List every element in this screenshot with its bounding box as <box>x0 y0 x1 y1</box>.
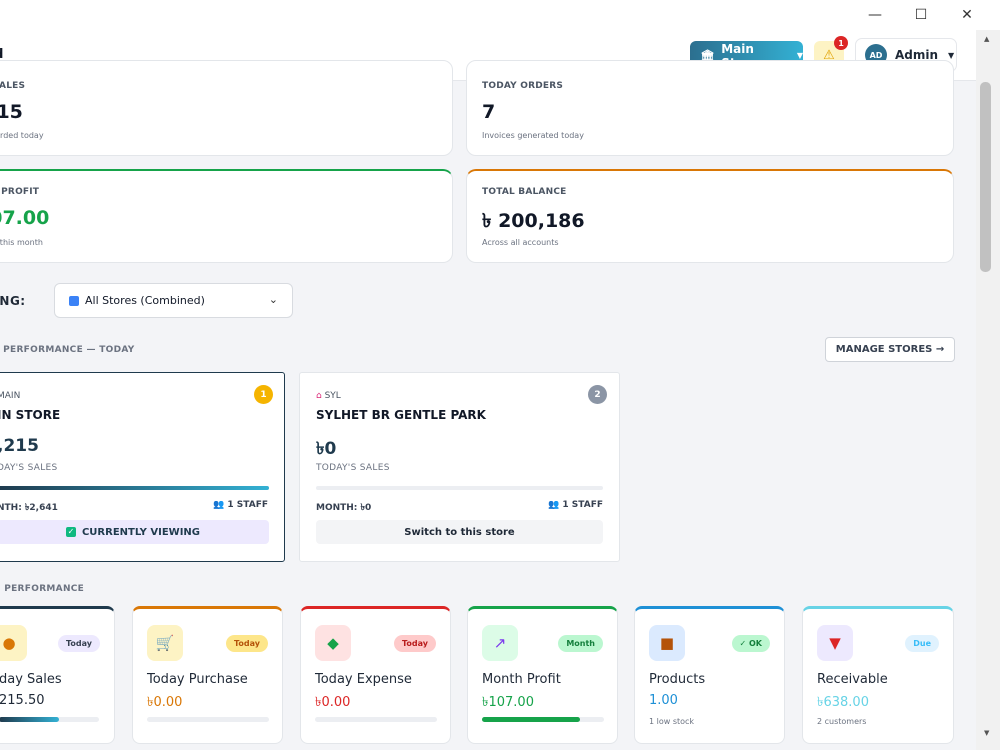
store-sales-value: ,215 <box>0 436 39 456</box>
stat-subtext: profit this month <box>0 238 43 247</box>
stat-today-sales: AY SALES ,215 s recorded today <box>0 60 453 156</box>
building-icon <box>69 295 79 306</box>
kpi-value: ৳107.00 <box>482 695 534 710</box>
maximize-button[interactable]: ☐ <box>898 0 944 30</box>
stat-label: AY SALES <box>0 81 26 91</box>
window-titlebar: — ☐ ✕ <box>0 0 1000 30</box>
stat-label: TOTAL BALANCE <box>482 187 567 197</box>
kpi-period-pill: Today <box>394 635 436 652</box>
kpi-value: ৳638.00 <box>817 695 869 710</box>
scroll-thumb[interactable] <box>980 82 991 272</box>
stat-subtext: s recorded today <box>0 131 44 140</box>
kpi-progress <box>482 717 604 722</box>
viewing-label: EWING: <box>0 294 26 308</box>
stat-label: TODAY ORDERS <box>482 81 564 91</box>
inbox-tray-icon: ▼ <box>817 625 853 661</box>
store-flag-icon: ⌂ <box>316 391 322 401</box>
money-bag-icon: ● <box>0 625 27 661</box>
people-icon: 👥 <box>548 500 560 510</box>
store-sales-progress <box>0 486 269 490</box>
scroll-down-arrow-icon[interactable]: ▼ <box>984 729 989 737</box>
kpi-period-pill: Today <box>58 635 100 652</box>
store-month-total: NTH: ৳2,641 <box>0 503 58 513</box>
store-sales-label: TODAY'S SALES <box>316 463 390 473</box>
shopping-cart-icon: 🛒 <box>147 625 183 661</box>
store-card-sylhet[interactable]: ⌂ SYL SYLHET BR GENTLE PARK 2 ৳0 TODAY'S… <box>299 372 620 562</box>
store-code: ⌂ SYL <box>316 391 341 401</box>
store-staff-count: 👥 1 STAFF <box>213 500 268 510</box>
kpi-progress <box>315 717 437 722</box>
store-performance-heading: RE PERFORMANCE — TODAY <box>0 345 135 355</box>
store-rank-badge: 1 <box>254 385 273 404</box>
kpi-section-heading: S PERFORMANCE <box>0 584 85 594</box>
kpi-title: Today Expense <box>315 672 412 687</box>
kpi-progress <box>147 717 269 722</box>
stat-value: 107.00 <box>0 207 50 229</box>
store-staff-count: 👥 1 STAFF <box>548 500 603 510</box>
currently-viewing-label: CURRENTLY VIEWING <box>81 526 201 538</box>
stat-value: ৳ 200,186 <box>482 210 585 232</box>
kpi-card-products[interactable]: ■ ✓ OK Products 1.00 1 low stock <box>634 606 785 744</box>
kpi-value: ৳0.00 <box>315 695 351 710</box>
kpi-card-month-profit[interactable]: ↗ Month Month Profit ৳107.00 <box>467 606 618 744</box>
kpi-status-pill: ✓ OK <box>731 635 770 652</box>
scroll-up-arrow-icon[interactable]: ▲ <box>984 35 989 43</box>
stat-value: 7 <box>482 101 496 123</box>
kpi-value: 215.50 <box>0 693 45 708</box>
check-icon: ✓ <box>65 527 76 537</box>
stat-today-orders: TODAY ORDERS 7 Invoices generated today <box>466 60 954 156</box>
store-month-total: MONTH: ৳0 <box>316 503 372 513</box>
store-name: SYLHET BR GENTLE PARK <box>316 408 486 422</box>
kpi-card-today-expense[interactable]: ◆ Today Today Expense ৳0.00 <box>300 606 451 744</box>
stat-subtext: Invoices generated today <box>482 131 584 140</box>
kpi-title: Receivable <box>817 672 888 687</box>
kpi-value: 1.00 <box>649 693 678 708</box>
kpi-title: Products <box>649 672 706 687</box>
kpi-card-receivable[interactable]: ▼ Due Receivable ৳638.00 2 customers <box>802 606 954 744</box>
kpi-subtext: 1 low stock <box>649 717 695 726</box>
store-code: MAIN <box>0 391 21 401</box>
store-filter-select[interactable]: All Stores (Combined) ⌄ <box>54 283 293 318</box>
close-window-button[interactable]: ✕ <box>944 0 990 30</box>
kpi-title: Today Purchase <box>147 672 248 687</box>
store-sales-label: DAY'S SALES <box>0 463 58 473</box>
page-scrollbar[interactable]: ▲ ▼ <box>976 30 1000 750</box>
alert-count-badge: 1 <box>834 36 848 50</box>
people-icon: 👥 <box>213 500 225 510</box>
kpi-value: ৳0.00 <box>147 695 183 710</box>
manage-stores-button[interactable]: MANAGE STORES → <box>825 337 955 362</box>
kpi-card-today-sales[interactable]: ● Today day Sales 215.50 <box>0 606 115 744</box>
kpi-progress <box>0 717 99 722</box>
kpi-title: Month Profit <box>482 672 561 687</box>
store-staff-label: 1 STAFF <box>227 500 268 510</box>
chart-up-icon: ↗ <box>482 625 518 661</box>
kpi-period-pill: Month <box>558 635 603 652</box>
currently-viewing-indicator: ✓ CURRENTLY VIEWING <box>0 520 269 544</box>
package-icon: ■ <box>649 625 685 661</box>
caret-down-icon: ▼ <box>948 50 955 60</box>
stat-subtext: Across all accounts <box>482 238 559 247</box>
kpi-subtext: 2 customers <box>817 717 867 726</box>
stat-total-balance: TOTAL BALANCE ৳ 200,186 Across all accou… <box>466 169 954 263</box>
store-sales-progress <box>316 486 603 490</box>
store-rank-badge: 2 <box>588 385 607 404</box>
store-code-label: SYL <box>324 391 341 401</box>
store-filter-value: All Stores (Combined) <box>85 294 205 307</box>
kpi-status-pill: Due <box>905 635 939 652</box>
cash-icon: ◆ <box>315 625 351 661</box>
store-name: IN STORE <box>0 408 61 422</box>
stat-month-profit: NTH PROFIT 107.00 profit this month <box>0 169 453 263</box>
chevron-down-icon: ⌄ <box>268 293 278 306</box>
kpi-card-today-purchase[interactable]: 🛒 Today Today Purchase ৳0.00 <box>132 606 283 744</box>
stat-value: ,215 <box>0 101 23 123</box>
minimize-button[interactable]: — <box>852 0 898 30</box>
kpi-period-pill: Today <box>226 635 268 652</box>
switch-store-button[interactable]: Switch to this store <box>316 520 603 544</box>
kpi-title: day Sales <box>0 672 62 687</box>
store-card-main[interactable]: MAIN IN STORE 1 ,215 DAY'S SALES NTH: ৳2… <box>0 372 285 562</box>
store-sales-value: ৳0 <box>316 439 337 459</box>
stat-label: NTH PROFIT <box>0 187 40 197</box>
store-staff-label: 1 STAFF <box>562 500 603 510</box>
caret-down-icon: ▼ <box>796 51 803 60</box>
